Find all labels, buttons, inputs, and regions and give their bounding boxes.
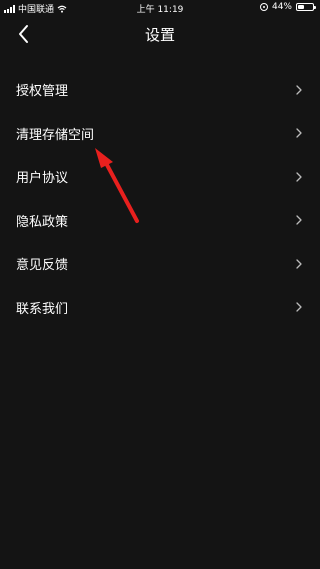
status-bar: 中国联通 上午 11:19 44% [0, 0, 320, 15]
chevron-right-icon [296, 259, 302, 269]
battery-icon [296, 3, 316, 11]
menu-item-privacy-policy[interactable]: 隐私政策 [0, 199, 320, 243]
settings-menu: 授权管理 清理存储空间 用户协议 隐私政策 意见反馈 联系我们 [0, 68, 320, 329]
chevron-right-icon [296, 128, 302, 138]
chevron-right-icon [296, 85, 302, 95]
status-right: 44% [259, 2, 316, 12]
battery-fill [298, 5, 305, 9]
page-title: 设置 [144, 26, 175, 44]
rotation-lock-icon [259, 3, 268, 11]
menu-item-label: 授权管理 [16, 84, 69, 100]
menu-item-label: 意见反馈 [16, 258, 69, 274]
chevron-right-icon [296, 172, 302, 182]
menu-item-authorization[interactable]: 授权管理 [0, 68, 320, 112]
battery-percent: 44% [271, 2, 292, 12]
nav-bar: 设置 [0, 14, 320, 54]
menu-item-clear-storage[interactable]: 清理存储空间 [0, 112, 320, 156]
chevron-right-icon [296, 215, 302, 225]
menu-item-user-agreement[interactable]: 用户协议 [0, 155, 320, 199]
menu-item-label: 隐私政策 [16, 214, 69, 230]
menu-item-contact-us[interactable]: 联系我们 [0, 286, 320, 330]
menu-item-label: 清理存储空间 [16, 127, 95, 143]
menu-item-feedback[interactable]: 意见反馈 [0, 242, 320, 286]
menu-item-label: 用户协议 [16, 171, 69, 187]
chevron-right-icon [296, 302, 302, 312]
menu-item-label: 联系我们 [16, 301, 69, 317]
